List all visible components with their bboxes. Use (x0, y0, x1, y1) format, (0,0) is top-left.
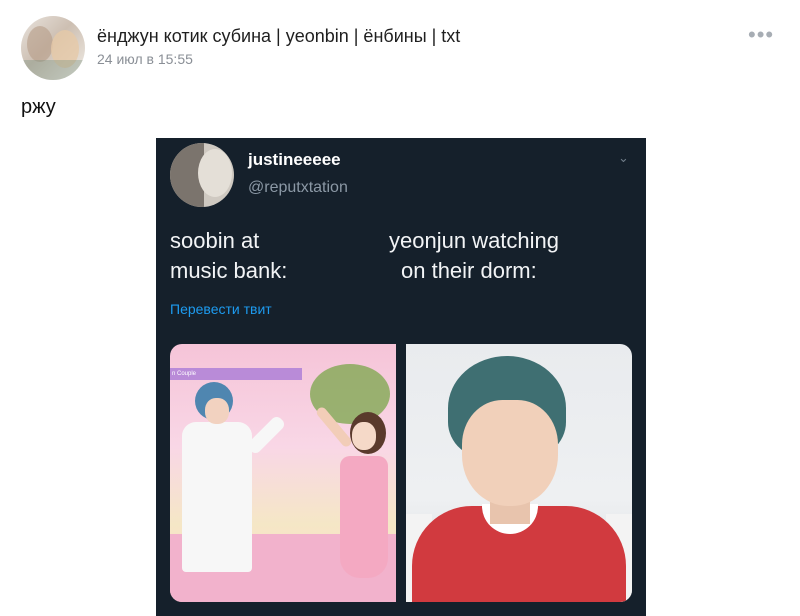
man-figure-face (205, 398, 229, 424)
face (462, 400, 558, 506)
woman-figure-dress (340, 456, 388, 578)
tweet-right-caption-line2: on their dorm: (401, 258, 537, 283)
post-text: ржу (21, 96, 56, 118)
post-header: ёнджун котик субина | yeonbin | ёнбины |… (0, 0, 800, 90)
translate-tweet-link: Перевести твит (170, 301, 272, 317)
tweet-left-caption-line2: music bank: (170, 258, 288, 283)
post-author-name[interactable]: ёнджун котик субина | yeonbin | ёнбины |… (97, 26, 460, 47)
man-figure-body (182, 422, 252, 572)
tweet-avatar (170, 143, 234, 207)
woman-figure-face (352, 422, 376, 450)
tweet-avatar-figure-right (198, 149, 232, 197)
avatar-ground (21, 60, 85, 80)
tweet-screenshot-image[interactable]: justineeeee @reputxtation ⌄ soobin at mu… (156, 138, 646, 616)
group-avatar[interactable] (21, 16, 85, 80)
tweet-photo-music-bank: n Couple (170, 344, 396, 602)
tweet-display-name: justineeeee (248, 150, 341, 169)
avatar-figure-left (27, 26, 53, 62)
more-options-icon[interactable]: ••• (748, 24, 774, 46)
tweet-left-caption-line1: soobin at (170, 228, 260, 253)
tweet-handle: @reputxtation (248, 179, 348, 196)
chevron-down-icon: ⌄ (618, 150, 629, 165)
broadcast-banner: n Couple (170, 368, 302, 380)
tweet-right-caption-line1: yeonjun watching (389, 228, 560, 253)
tweet-photo-watching (406, 344, 632, 602)
post-date[interactable]: 24 июл в 15:55 (97, 51, 193, 67)
